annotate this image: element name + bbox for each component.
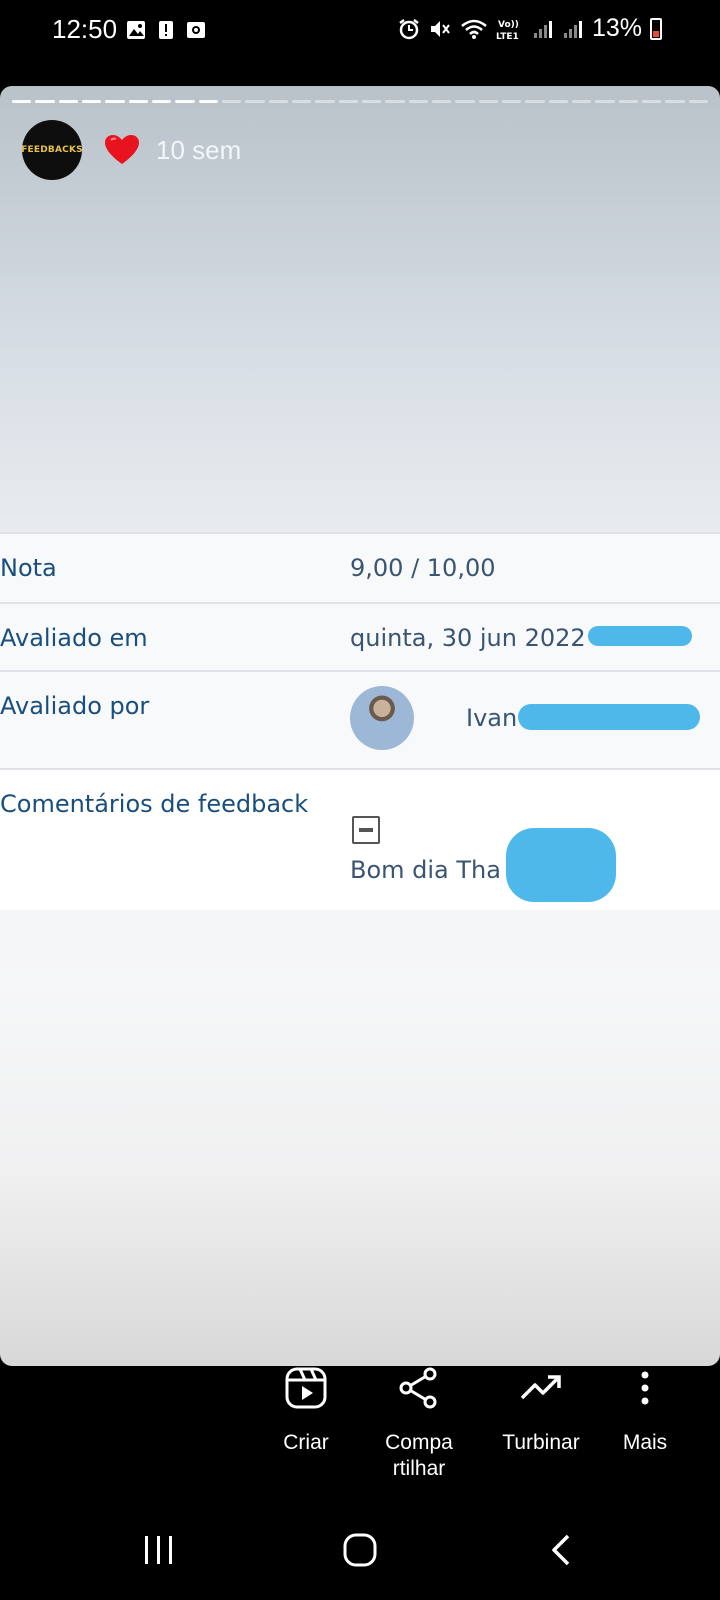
recent-apps-button[interactable] bbox=[129, 1528, 189, 1572]
story-progress-segment bbox=[58, 100, 78, 103]
recent-apps-icon bbox=[145, 1536, 172, 1564]
mute-icon bbox=[430, 20, 450, 37]
volte-icon: Vo)) LTE1 bbox=[496, 20, 519, 42]
reels-icon bbox=[285, 1367, 327, 1409]
more-button[interactable]: Mais bbox=[590, 1366, 700, 1456]
battery-percent: 13% bbox=[591, 14, 642, 42]
story-progress-segment bbox=[315, 100, 335, 103]
story-progress-segment bbox=[618, 100, 638, 103]
status-bar: 12:50 Vo)) LTE1 13% bbox=[0, 0, 720, 62]
signal-icon bbox=[533, 20, 552, 38]
story-progress-segment bbox=[128, 100, 148, 103]
story-progress-bars bbox=[12, 100, 708, 103]
table-row: Avaliado por Ivan bbox=[0, 670, 720, 768]
story-progress-segment bbox=[431, 100, 452, 103]
grade-label: Nota bbox=[0, 554, 57, 582]
table-row: Comentários de feedback Bom dia Tha bbox=[0, 768, 720, 910]
story-progress-segment bbox=[35, 100, 55, 103]
story-progress-segment bbox=[595, 100, 615, 103]
story-progress-segment bbox=[688, 100, 708, 103]
story-progress-segment bbox=[12, 100, 32, 103]
share-button[interactable]: Compa rtilhar bbox=[364, 1366, 474, 1482]
story-progress-segment bbox=[221, 100, 242, 103]
story-progress-segment bbox=[361, 100, 382, 103]
more-label: Mais bbox=[622, 1431, 668, 1454]
alarm-icon bbox=[399, 18, 419, 39]
redaction-scribble bbox=[518, 704, 700, 730]
story-progress-segment bbox=[478, 100, 498, 103]
story-progress-segment bbox=[385, 100, 405, 103]
feedback-comments-label: Comentários de feedback bbox=[0, 790, 309, 818]
story-time-ago: 10 sem bbox=[156, 134, 242, 165]
graded-on-label: Avaliado em bbox=[0, 624, 148, 652]
story-progress-segment bbox=[338, 100, 358, 103]
story-progress-segment bbox=[525, 100, 545, 103]
story-progress-segment bbox=[198, 100, 218, 103]
story-progress-segment bbox=[291, 100, 312, 103]
more-vertical-icon bbox=[641, 1371, 649, 1405]
wifi-icon bbox=[461, 19, 487, 39]
trending-up-icon bbox=[520, 1375, 561, 1400]
svg-text:LTE1: LTE1 bbox=[496, 32, 519, 42]
story-progress-segment bbox=[455, 100, 475, 103]
story-progress-segment bbox=[175, 100, 195, 103]
account-avatar[interactable]: FEEDBACKS bbox=[21, 120, 83, 180]
signal-icon bbox=[563, 20, 582, 38]
story-progress-segment bbox=[81, 100, 102, 103]
story-progress-segment bbox=[268, 100, 288, 103]
back-icon bbox=[552, 1534, 570, 1566]
graded-by-label: Avaliado por bbox=[0, 692, 150, 720]
create-label: Criar bbox=[283, 1431, 329, 1454]
share-label: Compa rtilhar bbox=[385, 1431, 453, 1480]
back-button[interactable] bbox=[532, 1528, 592, 1572]
story-progress-segment bbox=[548, 100, 568, 103]
system-nav-bar bbox=[0, 1500, 720, 1600]
grader-avatar bbox=[350, 686, 414, 750]
redaction-scribble bbox=[506, 828, 616, 902]
story-progress-segment bbox=[665, 100, 685, 103]
story-progress-segment bbox=[408, 100, 428, 103]
table-row: Avaliado em quinta, 30 jun 2022 bbox=[0, 602, 720, 670]
story-header: FEEDBACKS 10 sem bbox=[21, 120, 242, 180]
share-icon bbox=[399, 1367, 437, 1409]
story-card[interactable]: FEEDBACKS 10 sem Nota 9,00 / 10,00 Avali… bbox=[0, 86, 720, 1366]
boost-label: Turbinar bbox=[502, 1431, 580, 1454]
boost-button[interactable]: Turbinar bbox=[486, 1366, 596, 1456]
alert-icon bbox=[159, 21, 173, 39]
grade-value: 9,00 / 10,00 bbox=[350, 554, 496, 582]
status-time: 12:50 bbox=[52, 14, 118, 44]
story-action-bar: Criar Compa rtilhar Turbinar Mais bbox=[0, 1366, 720, 1496]
create-button[interactable]: Criar bbox=[251, 1366, 361, 1456]
table-row: Nota 9,00 / 10,00 bbox=[0, 532, 720, 602]
svg-text:Vo)): Vo)) bbox=[498, 20, 519, 30]
collapse-icon bbox=[352, 816, 380, 844]
grader-name: Ivan bbox=[466, 704, 518, 732]
grade-table: Nota 9,00 / 10,00 Avaliado em quinta, 30… bbox=[0, 532, 720, 910]
battery-icon bbox=[650, 17, 662, 40]
home-icon bbox=[343, 1533, 377, 1567]
status-left-icons bbox=[126, 20, 206, 40]
story-progress-segment bbox=[105, 100, 125, 103]
story-progress-segment bbox=[571, 100, 592, 103]
screen-record-icon bbox=[187, 22, 205, 38]
status-right-icons: Vo)) LTE1 13% bbox=[398, 14, 662, 43]
home-button[interactable] bbox=[330, 1528, 390, 1572]
heart-icon bbox=[105, 135, 139, 164]
graded-on-value: quinta, 30 jun 2022 bbox=[350, 624, 586, 652]
story-progress-segment bbox=[245, 100, 265, 103]
account-avatar-text: FEEDBACKS bbox=[21, 145, 83, 155]
redaction-scribble bbox=[588, 626, 692, 646]
story-progress-segment bbox=[501, 100, 522, 103]
story-progress-segment bbox=[151, 100, 172, 103]
image-icon bbox=[127, 21, 145, 39]
feedback-comment: Bom dia Tha bbox=[350, 856, 501, 884]
story-progress-segment bbox=[641, 100, 662, 103]
